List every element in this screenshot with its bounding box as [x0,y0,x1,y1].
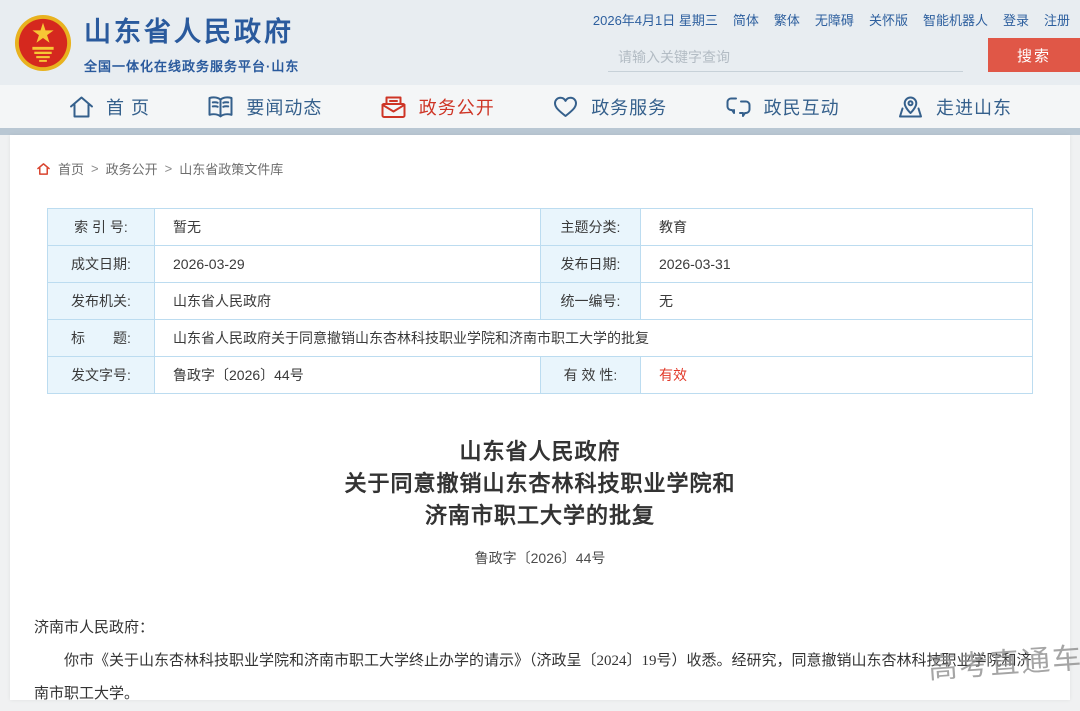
nav-label: 走进山东 [936,94,1012,120]
breadcrumb-separator: > [91,161,99,176]
link-traditional[interactable]: 繁体 [774,10,800,29]
meta-value-validity: 有效 [641,357,1033,394]
nav-item-about[interactable]: 走进山东 [896,94,1012,120]
meta-label-doc-number: 发文字号: [48,357,155,394]
document-title-line: 关于同意撤销山东杏林科技职业学院和 [24,468,1056,500]
link-care-version[interactable]: 关怀版 [869,10,908,29]
meta-label-unified-number: 统一编号: [541,283,641,320]
table-row: 发文字号: 鲁政字〔2026〕44号 有 效 性: 有效 [48,357,1033,394]
meta-value-doc-number: 鲁政字〔2026〕44号 [155,357,541,394]
meta-value-index-number: 暂无 [155,209,541,246]
nav-label: 政务服务 [591,94,667,120]
nav-label: 要闻动态 [246,94,322,120]
nav-label: 政务公开 [419,94,495,120]
breadcrumb-link-home[interactable]: 首页 [58,159,84,178]
meta-value-title: 山东省人民政府关于同意撤销山东杏林科技职业学院和济南市职工大学的批复 [155,320,1033,357]
meta-value-publish-date: 2026-03-31 [641,246,1033,283]
page-header: 山东省人民政府 全国一体化在线政务服务平台·山东 2026年4月1日 星期三 简… [0,0,1080,85]
meta-label-index-number: 索 引 号: [48,209,155,246]
header-right: 2026年4月1日 星期三 简体 繁体 无障碍 关怀版 智能机器人 登录 注册 … [608,0,1080,85]
link-register[interactable]: 注册 [1044,10,1070,29]
top-links: 2026年4月1日 星期三 简体 繁体 无障碍 关怀版 智能机器人 登录 注册 [608,10,1070,29]
nav-item-news[interactable]: 要闻动态 [206,94,322,120]
meta-value-topic-category: 教育 [641,209,1033,246]
meta-value-issuing-agency: 山东省人民政府 [155,283,541,320]
link-robot[interactable]: 智能机器人 [923,10,988,29]
site-title: 山东省人民政府 [84,10,299,49]
site-brand[interactable]: 山东省人民政府 全国一体化在线政务服务平台·山东 [14,0,299,85]
book-icon [206,94,235,120]
search-input[interactable] [608,42,963,72]
nav-divider [0,128,1080,135]
link-login[interactable]: 登录 [1003,10,1029,29]
document-title-line: 济南市职工大学的批复 [24,500,1056,532]
meta-value-unified-number: 无 [641,283,1033,320]
meta-label-issuing-agency: 发布机关: [48,283,155,320]
nav-item-gov-info[interactable]: 政务公开 [379,94,495,120]
salutation: 济南市人民政府： [34,612,1040,645]
nav-label: 首 页 [106,94,150,120]
main-nav: 首 页 要闻动态 政务公开 政务服务 政民互动 [0,85,1080,128]
meta-label-topic-category: 主题分类: [541,209,641,246]
nav-item-services[interactable]: 政务服务 [551,94,667,120]
envelope-icon [379,94,408,120]
home-icon [36,162,51,176]
date-text: 2026年4月1日 星期三 [593,10,718,29]
table-row: 发布机关: 山东省人民政府 统一编号: 无 [48,283,1033,320]
breadcrumb-link-gov-info[interactable]: 政务公开 [106,159,158,178]
document-title: 山东省人民政府 关于同意撤销山东杏林科技职业学院和 济南市职工大学的批复 [24,436,1056,532]
map-pin-icon [896,94,925,120]
document-number: 鲁政字〔2026〕44号 [24,548,1056,568]
site-subtitle: 全国一体化在线政务服务平台·山东 [84,56,299,75]
heart-icon [551,94,580,120]
meta-label-publish-date: 发布日期: [541,246,641,283]
meta-label-validity: 有 效 性: [541,357,641,394]
table-row: 索 引 号: 暂无 主题分类: 教育 [48,209,1033,246]
document-body: 济南市人民政府： 你市《关于山东杏林科技职业学院和济南市职工大学终止办学的请示》… [34,612,1040,711]
home-icon [68,94,95,120]
breadcrumb-separator: > [165,161,173,176]
link-accessibility[interactable]: 无障碍 [815,10,854,29]
nav-label: 政民互动 [764,94,840,120]
chat-icon [724,94,753,120]
nav-item-interaction[interactable]: 政民互动 [724,94,840,120]
meta-table: 索 引 号: 暂无 主题分类: 教育 成文日期: 2026-03-29 发布日期… [47,208,1033,394]
search-button[interactable]: 搜索 [988,38,1080,72]
content-card: 首页 > 政务公开 > 山东省政策文件库 索 引 号: 暂无 主题分类: 教育 … [10,135,1070,700]
breadcrumb-current: 山东省政策文件库 [179,159,283,178]
meta-label-title: 标 题: [48,320,155,357]
meta-label-written-date: 成文日期: [48,246,155,283]
search-bar: 搜索 [608,38,1080,72]
link-simplified[interactable]: 简体 [733,10,759,29]
national-emblem-icon [14,14,72,72]
table-row: 标 题: 山东省人民政府关于同意撤销山东杏林科技职业学院和济南市职工大学的批复 [48,320,1033,357]
table-row: 成文日期: 2026-03-29 发布日期: 2026-03-31 [48,246,1033,283]
breadcrumb: 首页 > 政务公开 > 山东省政策文件库 [24,135,1056,178]
nav-item-home[interactable]: 首 页 [68,94,150,120]
meta-value-written-date: 2026-03-29 [155,246,541,283]
document-title-line: 山东省人民政府 [24,436,1056,468]
brand-text: 山东省人民政府 全国一体化在线政务服务平台·山东 [84,10,299,75]
body-paragraph: 你市《关于山东杏林科技职业学院和济南市职工大学终止办学的请示》（济政呈〔2024… [34,645,1040,711]
